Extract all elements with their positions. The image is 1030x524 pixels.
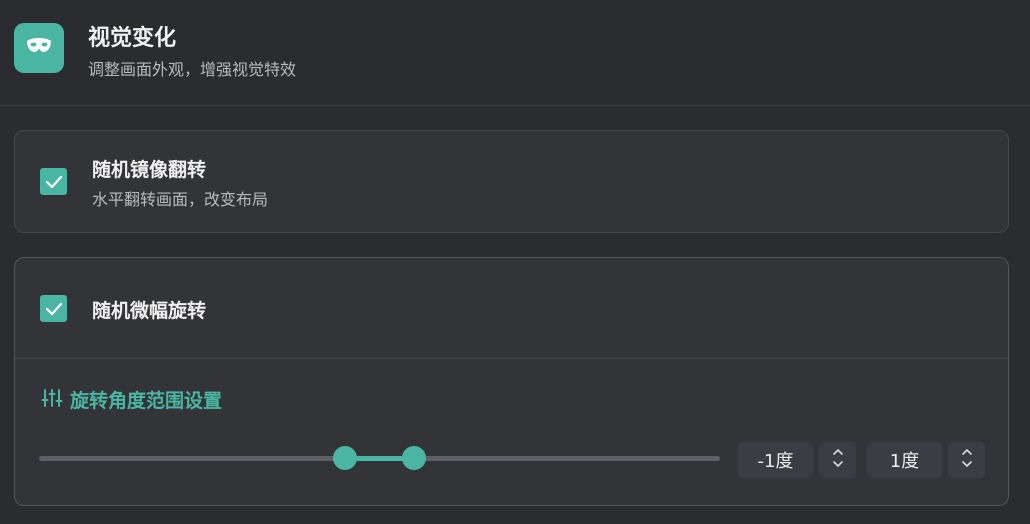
min-angle-stepper[interactable] xyxy=(819,442,856,478)
check-icon xyxy=(45,175,62,188)
mirror-flip-description: 水平翻转画面，改变布局 xyxy=(92,190,269,209)
mirror-flip-option: 随机镜像翻转 水平翻转画面，改变布局 xyxy=(14,130,1009,233)
chevron-up-icon[interactable] xyxy=(832,448,844,460)
rotation-range-title: 旋转角度范围设置 xyxy=(70,390,223,412)
chevron-down-icon[interactable] xyxy=(961,460,973,472)
slider-min-thumb[interactable] xyxy=(333,446,358,470)
max-angle-input[interactable]: 1度 xyxy=(867,442,942,478)
chevron-up-icon[interactable] xyxy=(961,448,973,460)
max-angle-stepper[interactable] xyxy=(948,442,985,478)
page-title: 视觉变化 xyxy=(88,26,177,51)
rotation-title: 随机微幅旋转 xyxy=(92,300,207,322)
mask-icon xyxy=(26,38,52,58)
check-icon xyxy=(45,302,62,315)
slider-max-thumb[interactable] xyxy=(401,446,426,470)
divider xyxy=(15,358,1008,359)
header: 视觉变化 调整画面外观，增强视觉特效 xyxy=(0,0,1030,106)
mirror-flip-title: 随机镜像翻转 xyxy=(92,159,207,181)
min-angle-input[interactable]: -1度 xyxy=(738,442,813,478)
chevron-down-icon[interactable] xyxy=(832,460,844,472)
rotation-range-header: 旋转角度范围设置 xyxy=(41,386,222,413)
logo xyxy=(14,23,64,73)
rotation-checkbox[interactable] xyxy=(40,295,67,322)
mirror-flip-checkbox[interactable] xyxy=(40,168,67,195)
page-subtitle: 调整画面外观，增强视觉特效 xyxy=(88,60,297,79)
sliders-icon xyxy=(41,387,63,413)
rotation-option: 随机微幅旋转 旋转角度范围设置 -1度 1度 xyxy=(14,257,1009,506)
rotation-range-slider[interactable] xyxy=(39,443,720,473)
